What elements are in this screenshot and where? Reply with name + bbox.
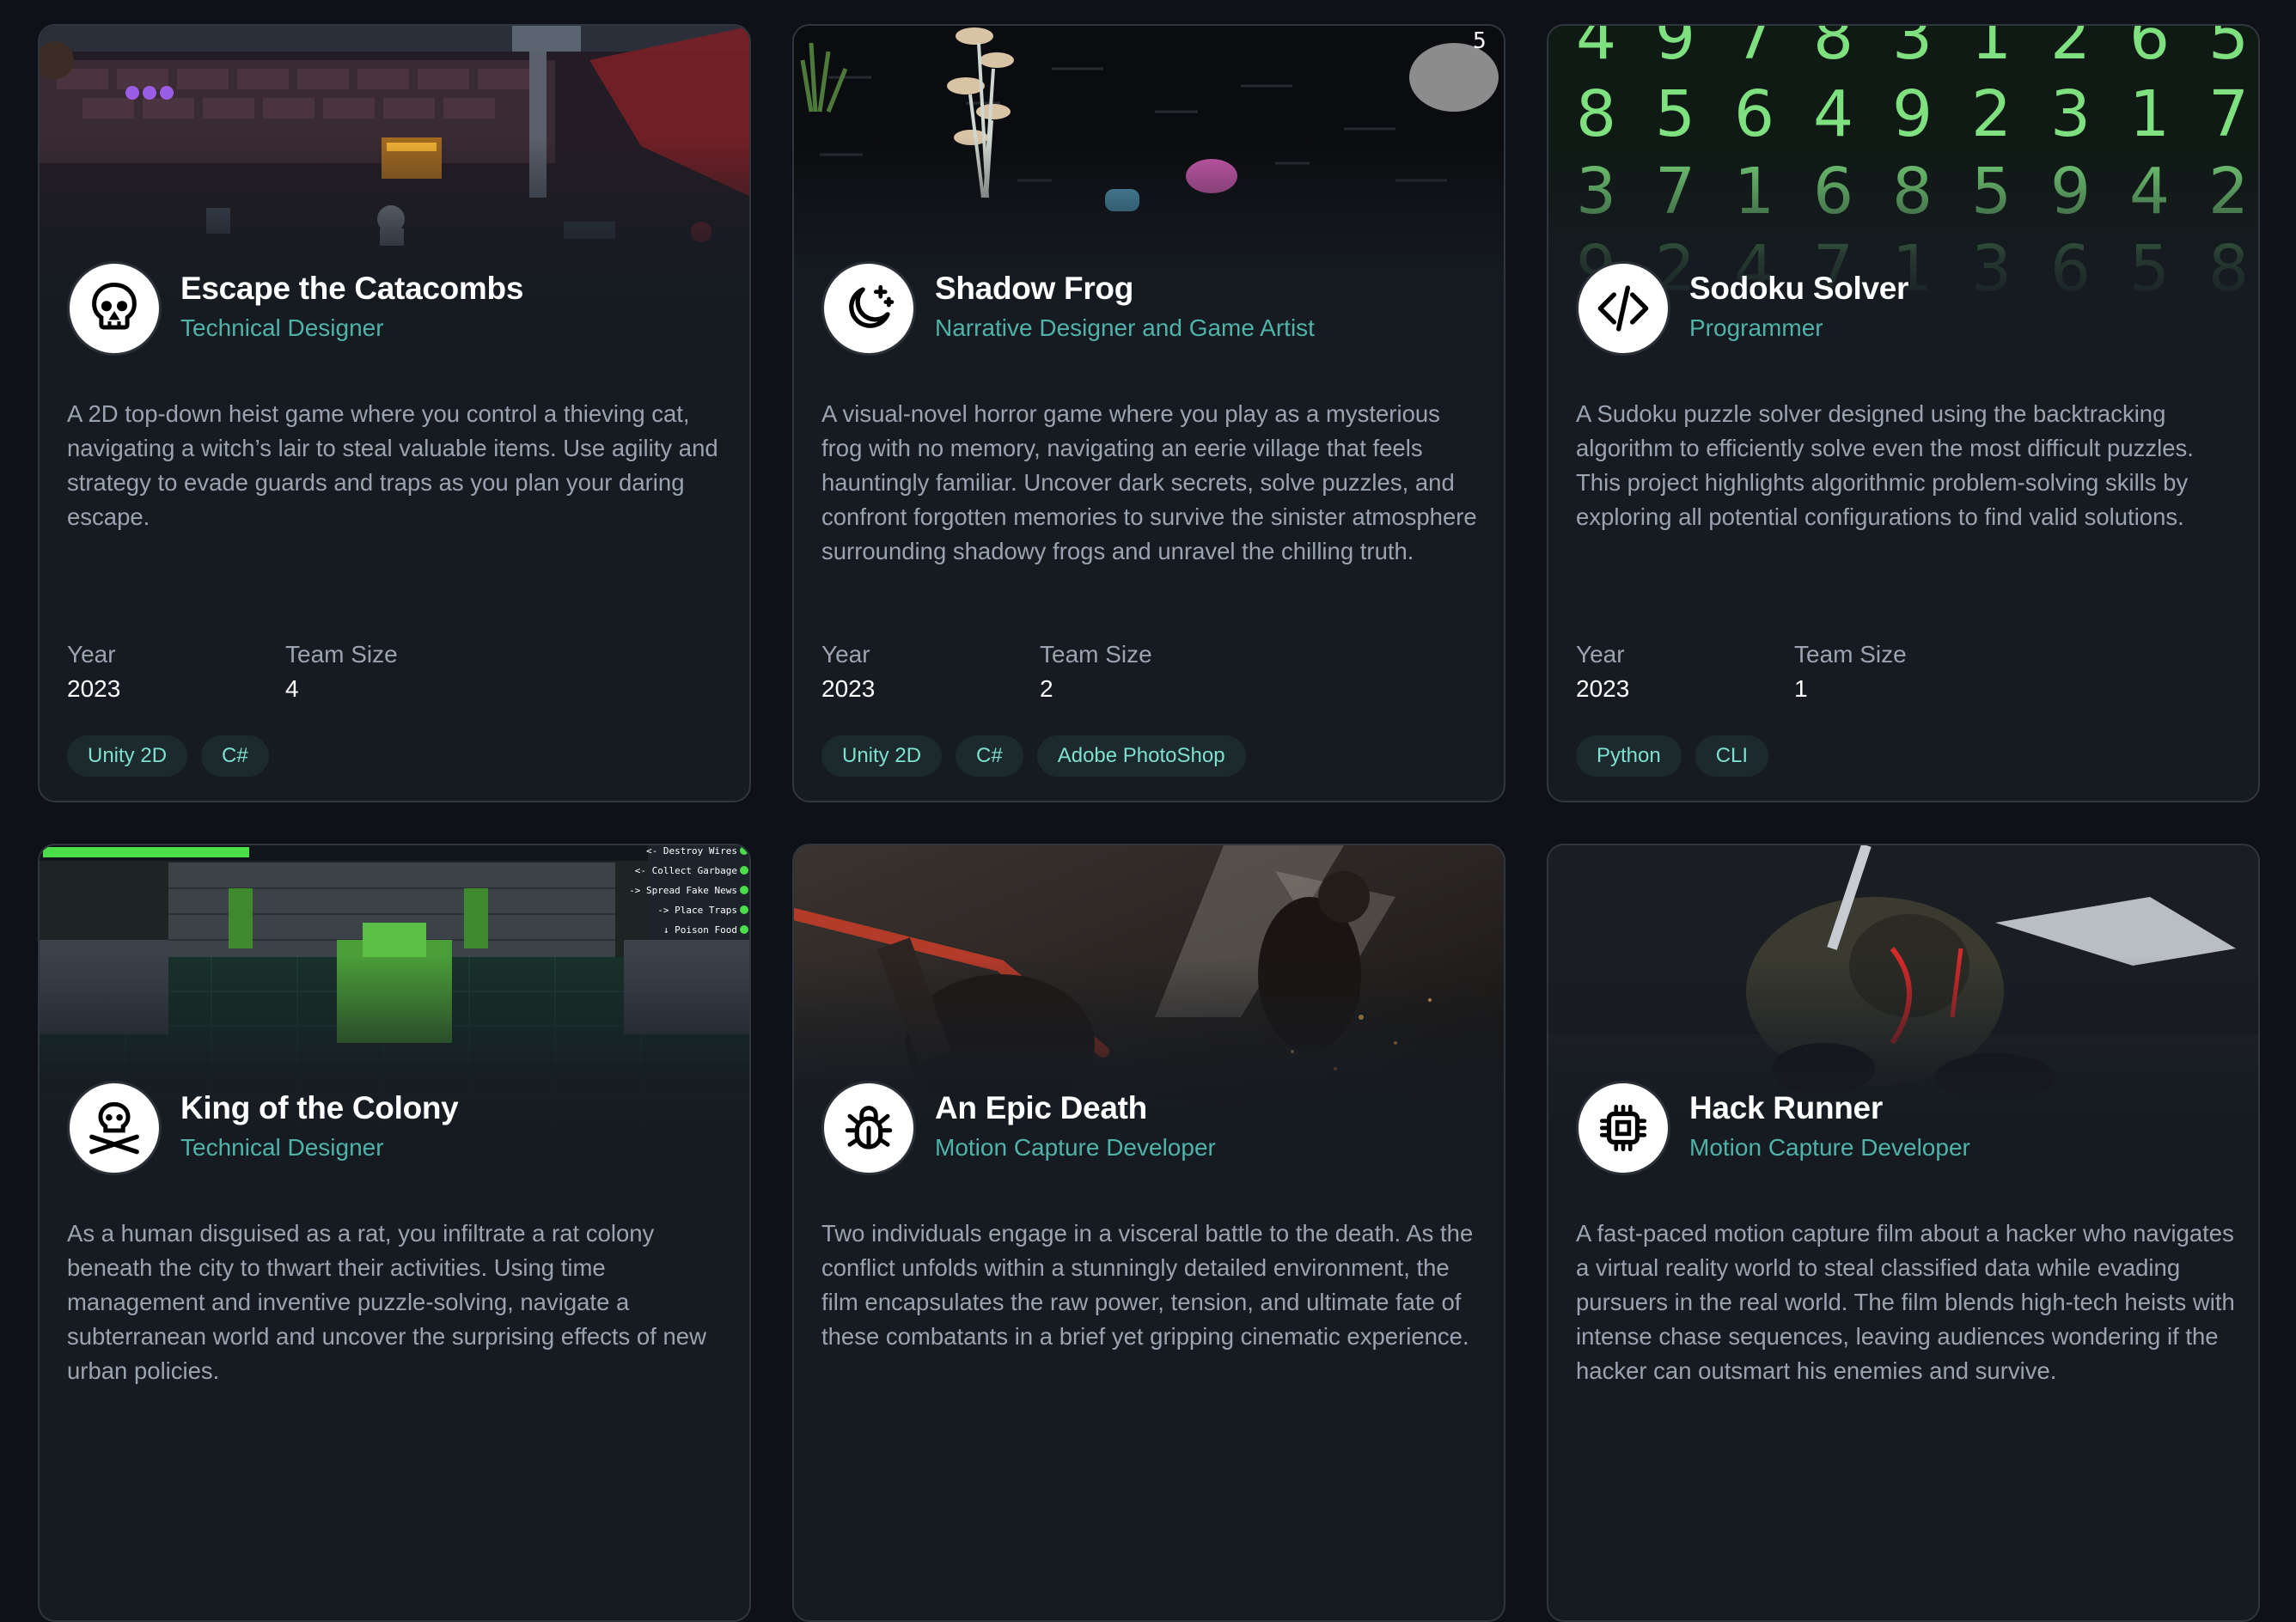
project-card[interactable]: Hack Runner Motion Capture Developer A f… (1547, 844, 2260, 1622)
tech-tag: C# (956, 735, 1023, 777)
year-value: 2023 (1576, 675, 1630, 702)
svg-text:4: 4 (1576, 26, 1616, 74)
project-title: Shadow Frog (935, 271, 1134, 306)
tech-tags: Python CLI (1576, 735, 1769, 777)
tech-tag: Adobe PhotoShop (1036, 735, 1246, 777)
svg-text:<- Collect Garbage: <- Collect Garbage (635, 865, 737, 876)
project-role: Technical Designer (180, 314, 384, 341)
tech-tag: Unity 2D (67, 735, 188, 777)
projects-grid: Escape the Catacombs Technical Designer … (38, 24, 2260, 1622)
svg-text:<- Destroy Wires: <- Destroy Wires (646, 845, 737, 857)
svg-text:5: 5 (2208, 26, 2249, 74)
project-description: A fast-paced motion capture film about a… (1576, 1220, 2235, 1384)
moon-star-icon (849, 284, 895, 328)
project-meta: Year 2023 Team Size 2 (821, 637, 1258, 706)
code-icon (1597, 285, 1649, 332)
skull-crossbones-icon (89, 1101, 139, 1155)
svg-text:8: 8 (1813, 26, 1853, 74)
svg-text:3: 3 (1892, 26, 1933, 74)
project-card[interactable]: 5 Shadow Frog Narrative Designer and Gam… (792, 24, 1505, 802)
svg-text:9: 9 (1655, 26, 1695, 74)
project-card[interactable]: 497831265 856492317 371685942 924713658 … (1547, 24, 2260, 802)
svg-text:6: 6 (2129, 26, 2170, 74)
project-role: Technical Designer (180, 1134, 384, 1161)
tech-tag: Python (1576, 735, 1682, 777)
project-title: King of the Colony (180, 1090, 459, 1125)
project-card[interactable]: Escape the Catacombs Technical Designer … (38, 24, 751, 802)
year-label: Year (1576, 641, 1625, 668)
year-label: Year (821, 641, 870, 668)
tech-tag: CLI (1695, 735, 1769, 777)
project-description: Two individuals engage in a visceral bat… (821, 1220, 1474, 1350)
svg-text:2: 2 (2050, 26, 2091, 74)
team-size-label: Team Size (1040, 641, 1152, 668)
tech-tags: Unity 2D C# (67, 735, 269, 777)
team-size-label: Team Size (285, 641, 398, 668)
year-value: 2023 (67, 675, 121, 702)
project-title: Escape the Catacombs (180, 271, 524, 306)
project-description: A visual-novel horror game where you pla… (821, 400, 1477, 564)
project-title: An Epic Death (935, 1090, 1147, 1125)
svg-text:7: 7 (1734, 26, 1774, 74)
bug-icon (845, 1106, 893, 1149)
team-size-label: Team Size (1794, 641, 1907, 668)
project-meta: Year 2023 Team Size 4 (67, 637, 504, 706)
project-meta: Year 2023 Team Size 1 (1576, 637, 2012, 706)
project-role: Motion Capture Developer (1689, 1134, 1970, 1161)
project-description: A Sudoku puzzle solver designed using th… (1576, 400, 2194, 530)
tech-tag: C# (201, 735, 269, 777)
svg-text:-> Place Traps: -> Place Traps (657, 905, 737, 916)
project-role: Narrative Designer and Game Artist (935, 314, 1315, 341)
project-description: A 2D top-down heist game where you contr… (67, 400, 718, 530)
project-description: As a human disguised as a rat, you infil… (67, 1220, 706, 1384)
year-value: 2023 (821, 675, 876, 702)
chip-icon (1599, 1104, 1647, 1152)
team-size-value: 2 (1040, 675, 1053, 702)
svg-text:1: 1 (1971, 26, 2012, 74)
tech-tags: Unity 2D C# Adobe PhotoShop (821, 735, 1246, 777)
year-label: Year (67, 641, 116, 668)
skull-icon (92, 283, 137, 330)
team-size-value: 4 (285, 675, 299, 702)
project-title: Sodoku Solver (1689, 271, 1909, 306)
tech-tag: Unity 2D (821, 735, 943, 777)
svg-text:-> Spread Fake News: -> Spread Fake News (629, 885, 737, 896)
project-role: Motion Capture Developer (935, 1134, 1216, 1161)
project-card[interactable]: An Epic Death Motion Capture Developer T… (792, 844, 1505, 1622)
project-title: Hack Runner (1689, 1090, 1883, 1125)
team-size-value: 1 (1794, 675, 1808, 702)
project-role: Programmer (1689, 314, 1823, 341)
svg-text:↓ Poison Food: ↓ Poison Food (663, 924, 737, 936)
svg-text:5: 5 (1473, 28, 1487, 54)
project-card[interactable]: <- Destroy Wires <- Collect Garbage -> S… (38, 844, 751, 1622)
